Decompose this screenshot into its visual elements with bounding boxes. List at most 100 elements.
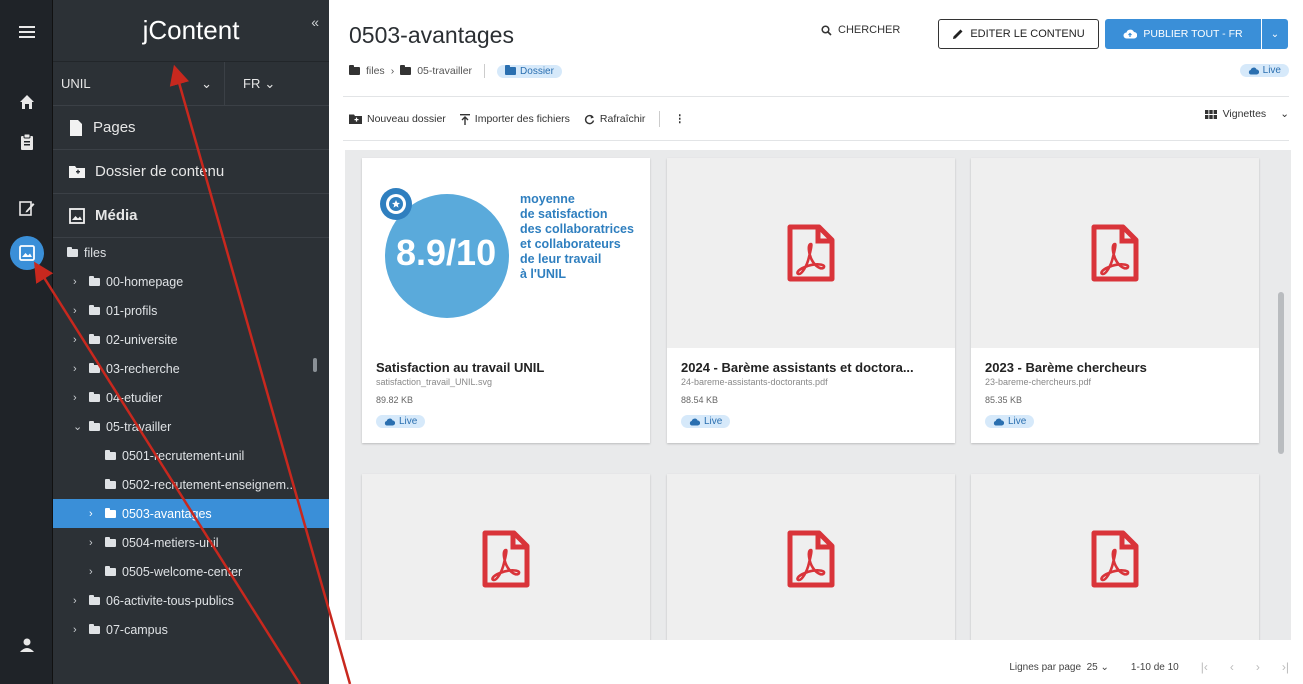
tree-item-02-universite[interactable]: › 02-universite [53,325,329,354]
refresh-icon [584,114,595,124]
media-card[interactable]: 2023 - Barème chercheurs 23-bareme-cherc… [971,158,1259,443]
view-mode-selector[interactable]: Vignettes ⌄ [1204,108,1289,120]
tree-item-label: 05-travailler [106,419,172,434]
chevron-right-icon[interactable]: › [73,334,83,346]
media-thumbnail [362,474,650,640]
clipboard-icon[interactable] [0,122,53,162]
media-card[interactable]: 8.9/10 moyenne de satisfaction des colla… [362,158,650,443]
page-range: 1-10 de 10 [1130,661,1179,673]
folder-icon [105,565,116,576]
tree-item-0503-avantages[interactable]: › 0503-avantages [53,499,329,528]
site-selector[interactable]: UNIL ⌄ [53,62,225,105]
tree-item-01-profils[interactable]: › 01-profils [53,296,329,325]
sidebar-scrollbar[interactable] [313,358,317,372]
new-folder-button[interactable]: Nouveau dossier [349,113,446,125]
folder-icon [505,65,517,75]
tree-item-0505-welcome-center[interactable]: › 0505-welcome-center [53,557,329,586]
status-badge-label: Live [399,416,418,427]
tree-item-files[interactable]: files [53,238,329,267]
user-icon[interactable] [0,625,53,665]
nav-content-folder[interactable]: Dossier de contenu [53,150,329,194]
cloud-icon [384,418,395,425]
chevron-right-icon[interactable]: › [89,508,99,520]
chevron-down-icon[interactable]: ⌄ [73,420,83,433]
nav-media[interactable]: Média [53,194,329,238]
chevron-down-icon: ⌄ [1270,28,1280,40]
chevron-right-icon[interactable]: › [73,595,83,607]
search-button[interactable]: CHERCHER [821,24,900,36]
grid-view-icon [1204,109,1217,119]
publish-options-button[interactable]: ⌄ [1262,19,1288,49]
edit-document-icon[interactable] [0,188,53,228]
tree-item-07-campus[interactable]: › 07-campus [53,615,329,644]
tree-item-04-etudier[interactable]: › 04-etudier [53,383,329,412]
last-page-icon[interactable]: ›| [1282,660,1289,674]
tree-item-05-travailler[interactable]: ⌄ 05-travailler [53,412,329,441]
tree-item-label: 0503-avantages [122,506,212,521]
cloud-upload-icon [1123,29,1138,39]
previous-page-icon[interactable]: ‹ [1230,660,1234,674]
media-card-filename: satisfaction_travail_UNIL.svg [376,377,493,387]
chevron-down-icon: ⌄ [201,75,212,91]
edit-content-button[interactable]: EDITER LE CONTENU [938,19,1099,49]
chevron-right-icon[interactable]: › [73,363,83,375]
menu-icon[interactable] [0,12,53,52]
nav-pages[interactable]: Pages [53,106,329,150]
media-card[interactable] [362,474,650,640]
media-grid: 8.9/10 moyenne de satisfaction des colla… [345,150,1291,640]
media-card[interactable] [667,474,955,640]
app-logo: jContent [53,0,329,62]
tree-item-06-activite-tous-publics[interactable]: › 06-activite-tous-publics [53,586,329,615]
tree-item-00-homepage[interactable]: › 00-homepage [53,267,329,296]
icon-rail [0,0,53,684]
media-card-size: 89.82 KB [376,395,414,405]
chevron-right-icon[interactable]: › [73,305,83,317]
media-thumbnail [667,158,955,348]
satisfaction-score: 8.9/10 [396,232,497,273]
upload-icon [459,113,470,125]
caption-line: à l'UNIL [520,267,567,281]
media-card[interactable] [971,474,1259,640]
tree-item-label: 07-campus [106,622,168,637]
first-page-icon[interactable]: |‹ [1201,660,1208,674]
collapse-sidebar-button[interactable]: « [311,14,319,30]
chevron-right-icon[interactable]: › [73,624,83,636]
chevron-down-icon: ⌄ [1280,108,1289,120]
nav-media-label: Média [95,207,138,224]
chevron-right-icon[interactable]: › [73,392,83,404]
breadcrumb-item-files[interactable]: files [366,65,385,77]
language-selector[interactable]: FR ⌄ [225,76,275,92]
status-badge-label: Live [704,416,723,427]
page-icon [70,119,82,136]
tree-item-03-recherche[interactable]: › 03-recherche [53,354,329,383]
tree-item-0502-recrutement-enseignement[interactable]: 0502-recrutement-enseignem... [53,470,329,499]
folder-icon [89,275,100,286]
chevron-right-icon[interactable]: › [89,566,99,578]
image-icon[interactable] [10,236,44,270]
refresh-button[interactable]: Rafraîchir [584,113,645,125]
next-page-icon[interactable]: › [1256,660,1260,674]
grid-scrollbar[interactable] [1278,292,1284,454]
tree-item-0501-recrutement-unil[interactable]: 0501-recrutement-unil [53,441,329,470]
publish-all-button[interactable]: PUBLIER TOUT - FR [1105,19,1261,49]
status-badge: Live [985,415,1035,428]
rows-per-page[interactable]: Lignes par page 25 ⌄ [1009,662,1109,673]
edit-content-label: EDITER LE CONTENU [970,28,1085,40]
folder-icon [105,507,116,518]
caption-line: des collaboratrices [520,222,634,236]
satisfaction-caption: moyenne de satisfaction des collaboratri… [520,192,634,282]
folder-icon [89,420,100,431]
more-options-icon[interactable]: ⋮ [674,113,685,125]
media-card[interactable]: 2024 - Barème assistants et doctora... 2… [667,158,955,443]
media-card-info: 2023 - Barème chercheurs 23-bareme-cherc… [971,348,1259,443]
tree-item-label: 0501-recrutement-unil [122,448,245,463]
folder-icon [105,478,116,489]
tree-item-0504-metiers-unil[interactable]: › 0504-metiers-unil [53,528,329,557]
import-files-button[interactable]: Importer des fichiers [459,113,570,125]
caption-line: moyenne [520,192,575,206]
media-thumbnail [971,158,1259,348]
chevron-right-icon[interactable]: › [89,537,99,549]
breadcrumb-item-05-travailler[interactable]: 05-travailler [417,65,472,77]
chevron-right-icon[interactable]: › [73,276,83,288]
home-icon[interactable] [0,82,53,122]
